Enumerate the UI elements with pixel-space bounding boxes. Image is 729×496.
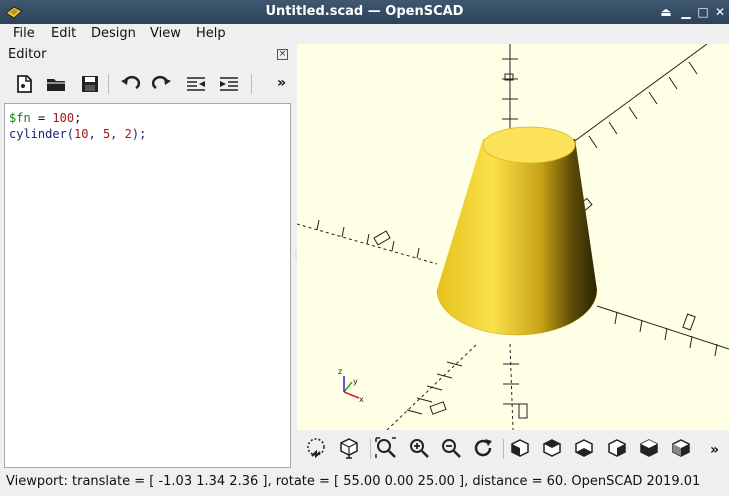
menu-bar: File Edit Design View Help <box>0 24 729 44</box>
cube-left-icon <box>608 439 626 457</box>
view-front-button[interactable] <box>637 436 661 460</box>
new-file-icon <box>17 75 32 93</box>
code-editor[interactable]: $fn = 100; cylinder(10, 5, 2); <box>4 103 291 468</box>
minimize-button[interactable]: ▁ <box>677 3 695 21</box>
toolbar-separator <box>108 74 109 94</box>
view-back-button[interactable] <box>669 436 693 460</box>
menu-view[interactable]: View <box>150 26 181 41</box>
editor-toolbar: » <box>0 68 296 100</box>
indent-button[interactable] <box>217 72 241 96</box>
open-file-button[interactable] <box>44 72 68 96</box>
view-all-button[interactable] <box>374 436 398 460</box>
axis-gizmo: x y z <box>338 367 364 404</box>
code-line-1: $fn = 100; <box>9 110 286 126</box>
cube-right-icon <box>511 439 529 457</box>
view-toolbar: » <box>297 430 729 468</box>
redo-button[interactable] <box>150 72 174 96</box>
menu-edit[interactable]: Edit <box>51 26 76 41</box>
unindent-icon <box>187 77 205 91</box>
editor-title: Editor <box>8 47 47 62</box>
close-editor-icon[interactable]: × <box>277 49 288 60</box>
code-token: , <box>88 127 103 141</box>
menu-design[interactable]: Design <box>91 26 136 41</box>
maximize-button[interactable]: □ <box>694 3 712 21</box>
view-right-button[interactable] <box>508 436 532 460</box>
code-token: , <box>110 127 125 141</box>
cube-back-icon <box>672 439 690 457</box>
view-top-button[interactable] <box>540 436 564 460</box>
viewport-canvas: x y z <box>297 44 729 430</box>
zoom-in-button[interactable] <box>407 436 431 460</box>
preview-icon <box>307 438 325 459</box>
code-token: = <box>30 111 53 125</box>
toolbar-separator <box>503 439 504 459</box>
toolbar-overflow-button[interactable]: » <box>277 75 286 91</box>
indent-icon <box>220 77 238 91</box>
save-icon <box>82 76 98 92</box>
code-token: cylinder( <box>9 127 75 141</box>
title-bar: Untitled.scad — OpenSCAD ⏏ ▁ □ ✕ <box>0 0 729 24</box>
view-toolbar-overflow-button[interactable]: » <box>710 442 719 458</box>
axis-z-label: z <box>338 367 342 376</box>
code-line-2: cylinder(10, 5, 2); <box>9 126 286 142</box>
status-text: Viewport: translate = [ -1.03 1.34 2.36 … <box>6 474 701 489</box>
cube-bottom-icon <box>575 439 593 457</box>
code-token: $fn <box>9 111 31 125</box>
undo-icon <box>121 75 141 90</box>
cylinder-model[interactable] <box>436 126 598 336</box>
zoom-out-button[interactable] <box>439 436 463 460</box>
code-token: ); <box>131 127 147 141</box>
pane-splitter[interactable]: ⋮ <box>292 250 300 264</box>
view-left-button[interactable] <box>605 436 629 460</box>
3d-viewport[interactable]: x y z <box>297 44 729 430</box>
toolbar-separator <box>370 439 371 459</box>
shade-window-button[interactable]: ⏏ <box>657 3 675 21</box>
render-button[interactable] <box>337 436 361 460</box>
axis-x-label: x <box>359 395 364 404</box>
unindent-button[interactable] <box>184 72 208 96</box>
reset-view-button[interactable] <box>471 436 495 460</box>
zoom-out-icon <box>442 439 461 458</box>
code-token: ; <box>74 111 82 125</box>
editor-panel: Editor × » $fn = 100; cylinder(10, 5, 2)… <box>0 44 296 468</box>
window-title: Untitled.scad — OpenSCAD <box>265 4 464 19</box>
reset-view-icon <box>474 439 492 457</box>
view-bottom-button[interactable] <box>572 436 596 460</box>
code-token: 2 <box>124 127 132 141</box>
render-cube-icon <box>340 438 358 459</box>
close-button[interactable]: ✕ <box>711 3 729 21</box>
toolbar-separator <box>251 74 252 94</box>
menu-help[interactable]: Help <box>196 26 226 41</box>
code-token: 10 <box>74 127 89 141</box>
new-file-button[interactable] <box>12 72 36 96</box>
cube-top-icon <box>543 439 561 457</box>
axis-y-label: y <box>353 377 358 386</box>
zoom-in-icon <box>410 439 429 458</box>
redo-icon <box>151 75 171 90</box>
code-token: 100 <box>52 111 75 125</box>
zoom-fit-icon <box>375 437 396 458</box>
open-folder-icon <box>47 79 65 91</box>
status-bar: Viewport: translate = [ -1.03 1.34 2.36 … <box>0 470 729 496</box>
menu-file[interactable]: File <box>13 26 35 41</box>
save-button[interactable] <box>78 72 102 96</box>
undo-button[interactable] <box>118 72 142 96</box>
preview-button[interactable] <box>304 436 328 460</box>
cube-front-icon <box>640 439 658 457</box>
